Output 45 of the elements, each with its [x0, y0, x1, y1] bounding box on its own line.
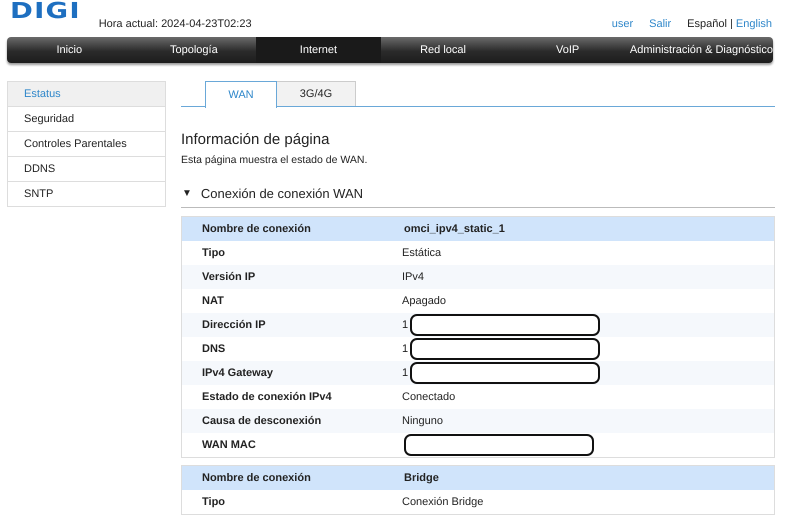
nav-tab[interactable]: Inicio [7, 37, 132, 63]
page-title: Información de página [181, 131, 330, 148]
field-label: Causa de desconexión [201, 415, 322, 427]
field-value: omci_ipv4_static_1 [403, 223, 505, 235]
field-label: Nombre de conexión [201, 472, 312, 484]
header-link[interactable]: Salir [649, 18, 672, 30]
field-value: Bridge [403, 472, 439, 484]
section-title: Conexión de conexión WAN [200, 186, 364, 201]
header-link[interactable]: user [612, 18, 634, 30]
tab[interactable]: 3G/4G [277, 81, 356, 106]
field-value: Conectado [402, 391, 456, 403]
field-label: Versión IP [201, 271, 256, 283]
field-value: Ninguno [402, 415, 443, 427]
nav-tab[interactable]: Administración & Diagnóstico [630, 37, 773, 63]
field-label: Tipo [201, 496, 226, 508]
field-label: Estado de conexión IPv4 [201, 391, 333, 403]
field-label: NAT [201, 295, 225, 307]
sidebar-item[interactable]: SNTP [8, 181, 165, 206]
sidebar-item[interactable]: DDNS [8, 156, 165, 181]
tab[interactable]: WAN [205, 81, 277, 108]
nav-tab[interactable]: Red local [380, 37, 506, 63]
expand-toggle[interactable]: ▼ [181, 188, 192, 199]
field-value: Estática [402, 247, 442, 259]
page-description: Esta página muestra el estado de WAN. [181, 154, 368, 166]
language-link[interactable]: English [736, 18, 772, 30]
field-label: IPv4 Gateway [201, 367, 274, 379]
nav-tab[interactable]: VoIP [505, 37, 630, 63]
current-time: Hora actual: 2024-04-23T02:23 [98, 18, 252, 30]
field-label: DNS [201, 343, 226, 355]
field-label: WAN MAC [201, 439, 257, 451]
logo: DIGI [10, 1, 81, 23]
sidebar-item[interactable]: Seguridad [8, 106, 165, 131]
field-value: 1 [402, 367, 408, 379]
field-label: Tipo [201, 247, 226, 259]
field-value: 1 [402, 343, 408, 355]
language-link[interactable]: Español [687, 18, 727, 30]
field-value: Conexión Bridge [402, 496, 484, 508]
sidebar-item[interactable]: Controles Parentales [8, 131, 165, 156]
field-label: Dirección IP [201, 319, 267, 331]
field-value: IPv4 [402, 271, 424, 283]
nav-tab[interactable]: Topología [132, 37, 256, 63]
field-label: Nombre de conexión [201, 223, 312, 235]
field-value: 1 [402, 319, 408, 331]
field-value: Apagado [402, 295, 446, 307]
nav-tab[interactable]: Internet [256, 37, 381, 63]
